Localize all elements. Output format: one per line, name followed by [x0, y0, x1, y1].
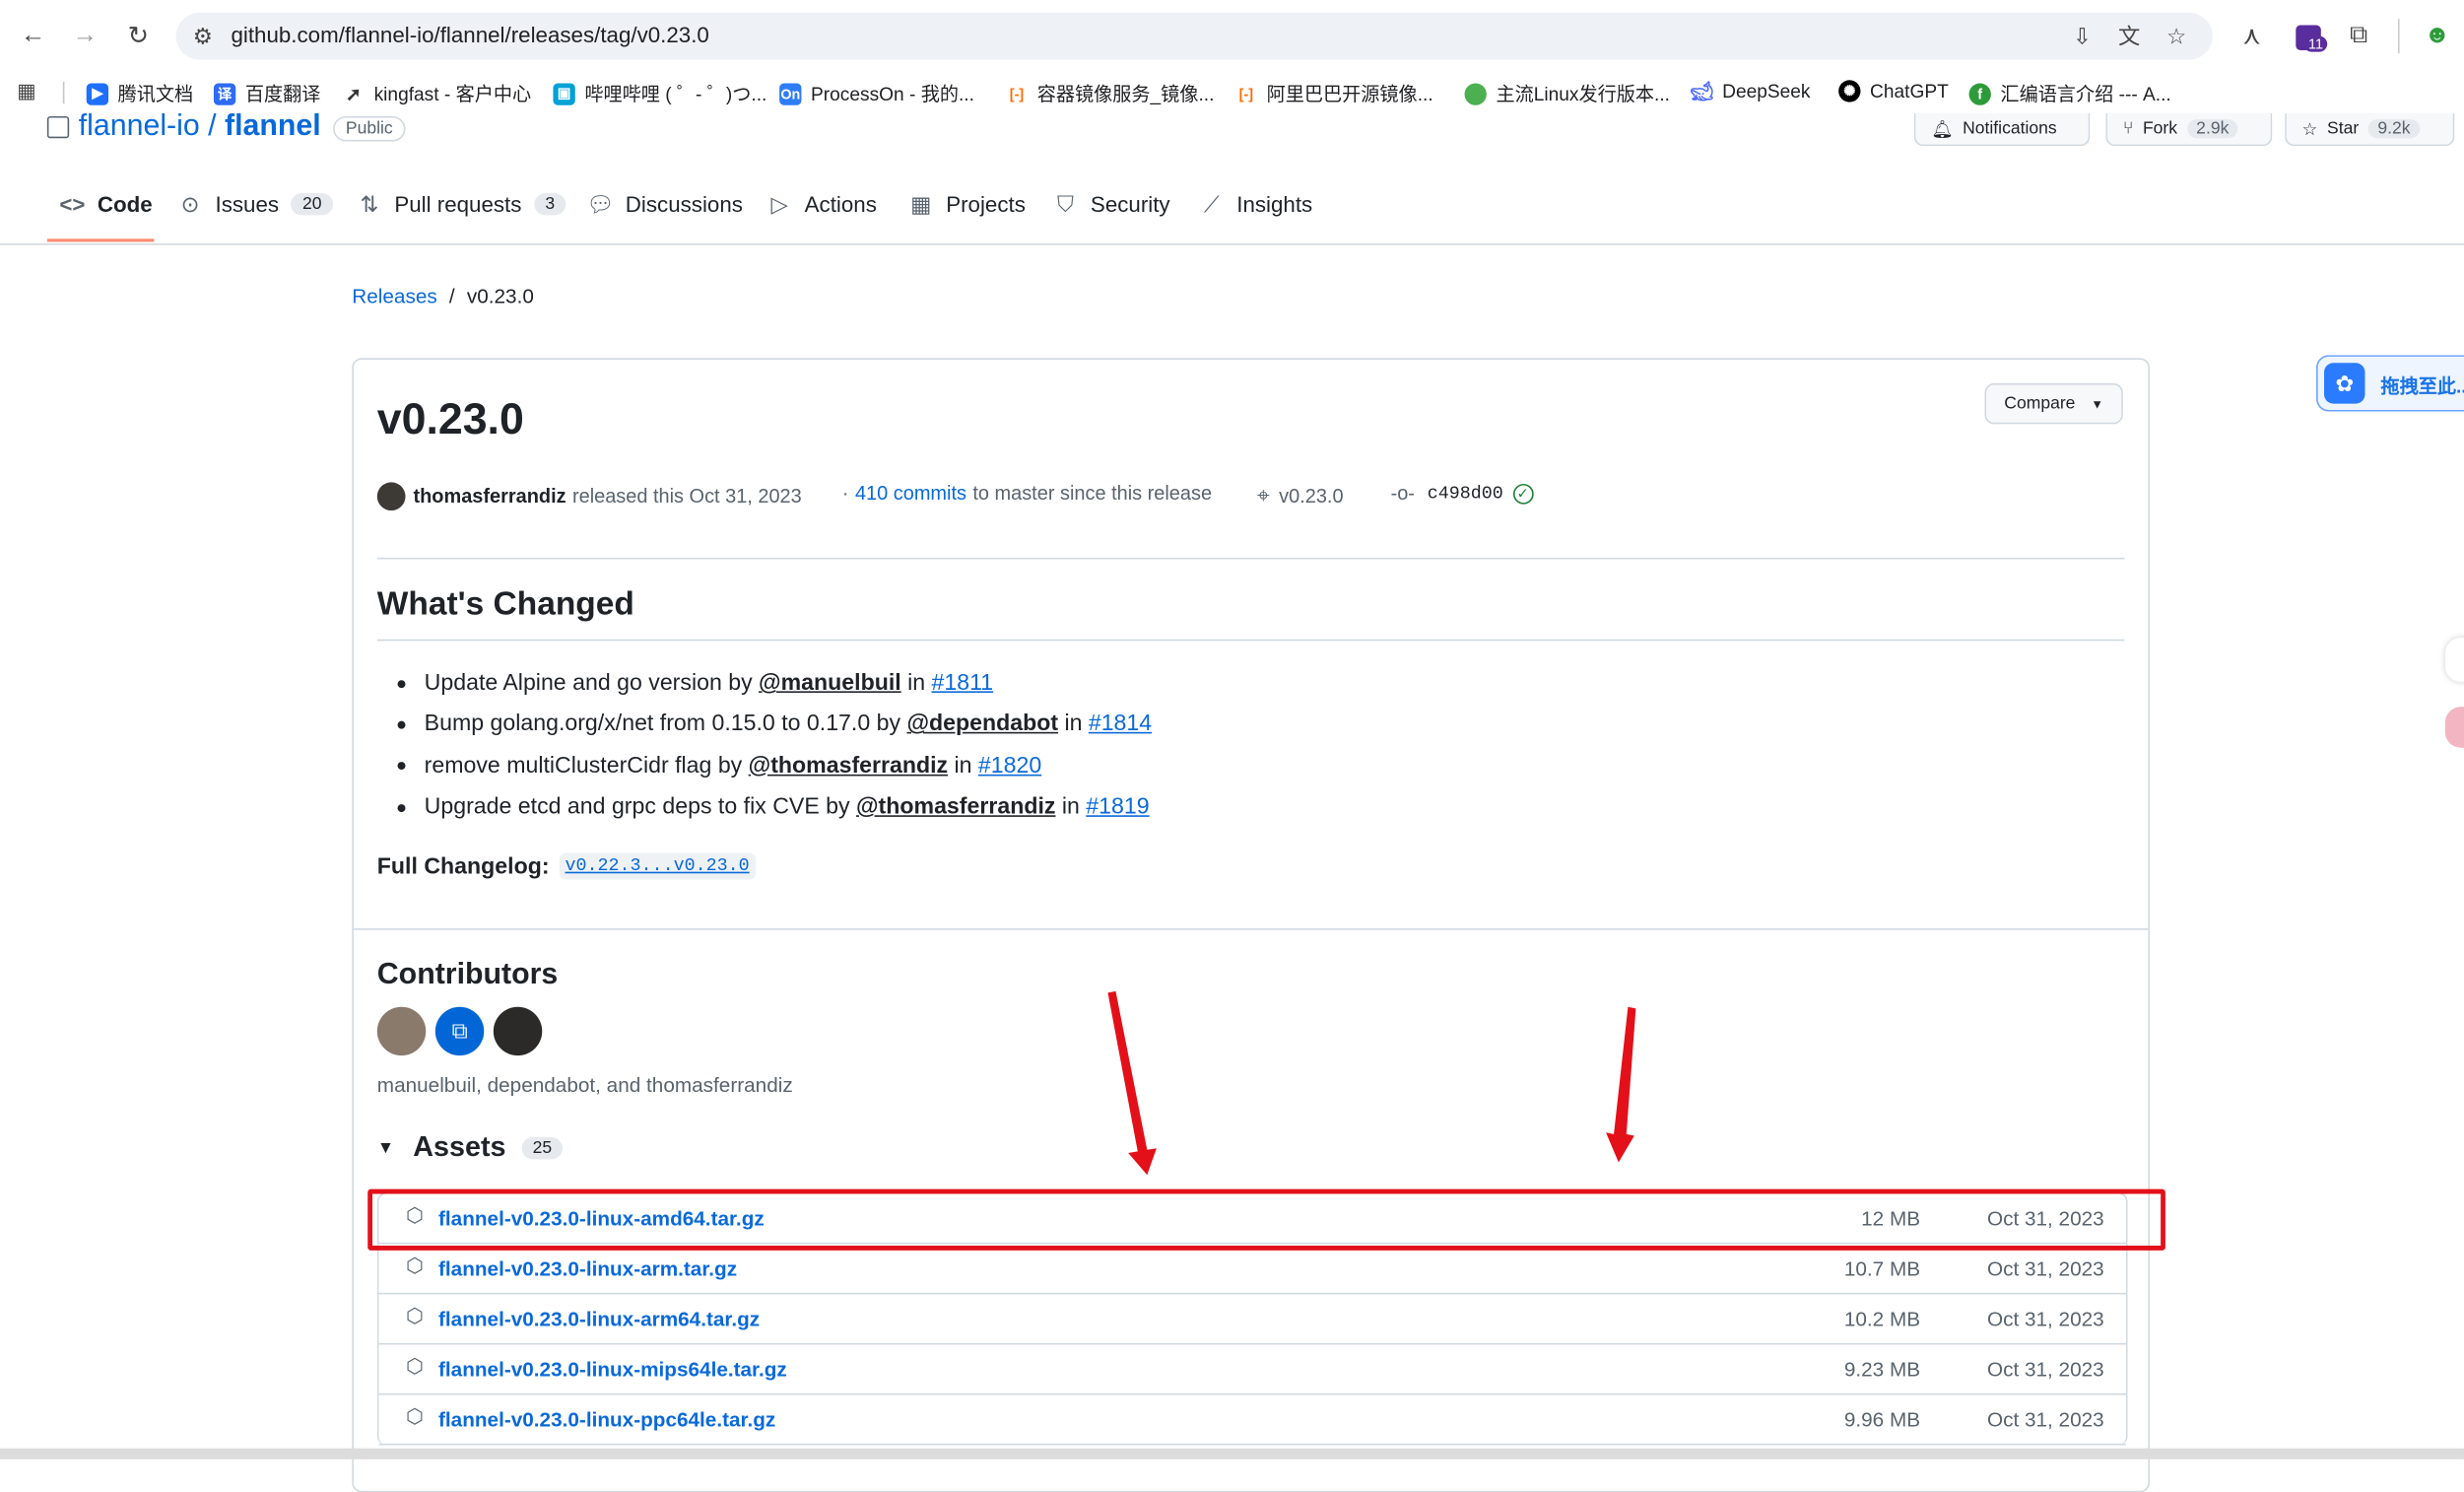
- page-root: ← → ↻ ⚙ github.com/flannel-io/flannel/re…: [0, 0, 2464, 1492]
- cloud-icon: ✿: [2324, 363, 2365, 404]
- side-pet-icon[interactable]: [2444, 707, 2464, 748]
- arrow-left: [1107, 990, 1157, 1176]
- side-tool-icon[interactable]: [2444, 638, 2464, 682]
- arrow-right: [1606, 1006, 1636, 1163]
- annotation-arrows: [1107, 990, 1636, 1176]
- drop-zone-widget[interactable]: ✿ 拖拽至此...: [2316, 355, 2464, 412]
- horizontal-scrollbar[interactable]: [0, 1448, 2464, 1459]
- drop-zone-label: 拖拽至此...: [2380, 374, 2464, 398]
